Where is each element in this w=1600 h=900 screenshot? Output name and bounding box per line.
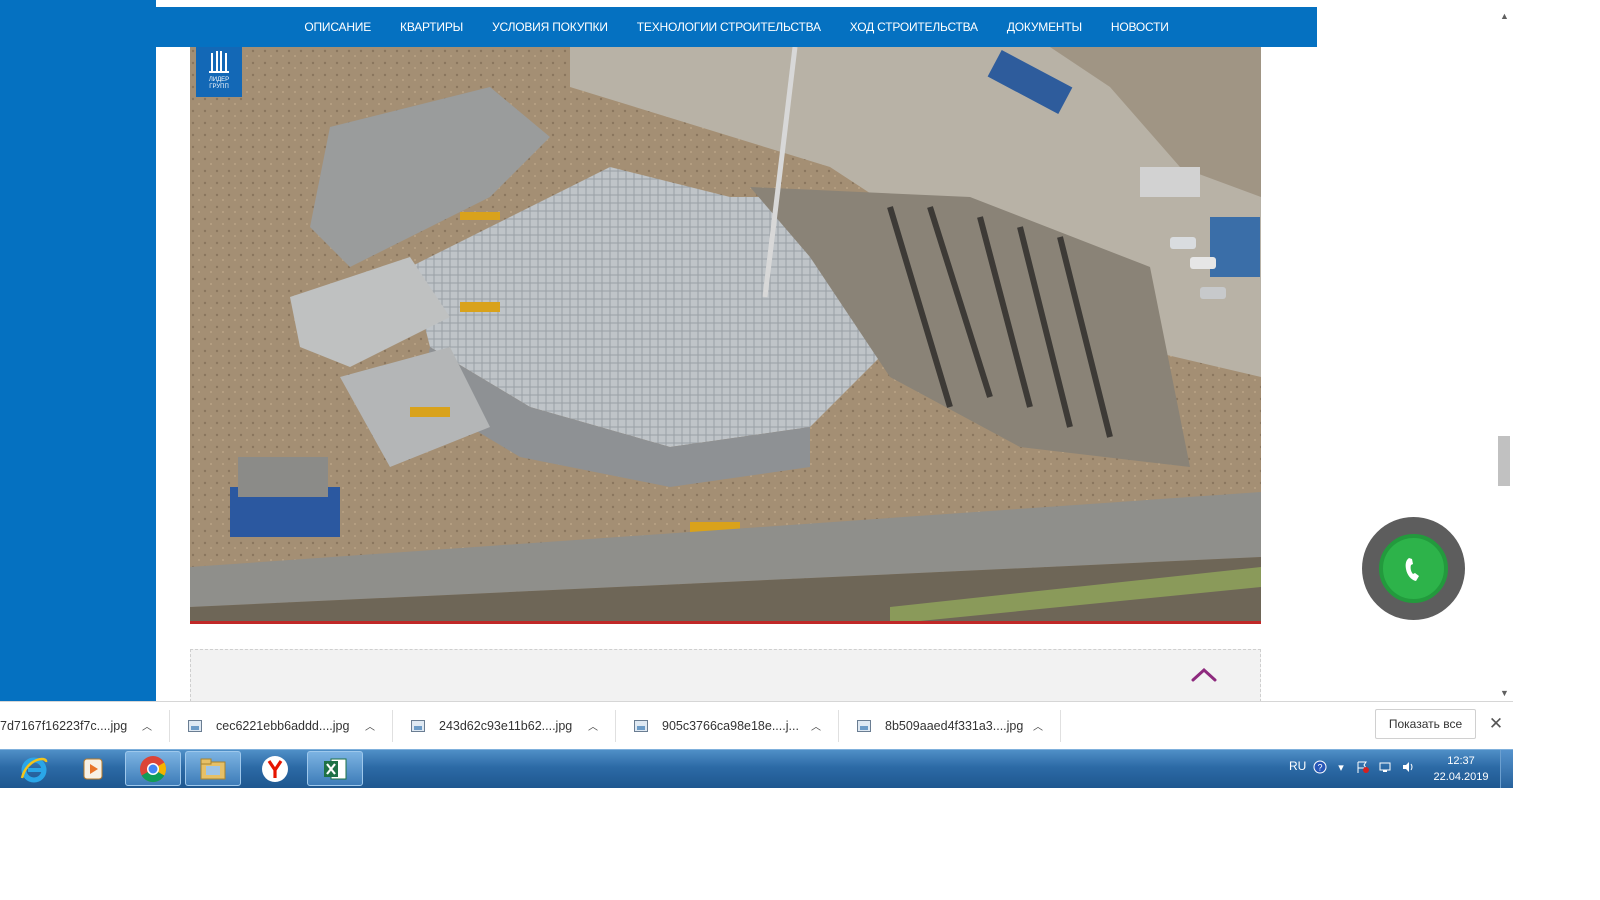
- nav-item-construction-technology[interactable]: ТЕХНОЛОГИИ СТРОИТЕЛЬСТВА: [622, 20, 835, 34]
- download-item[interactable]: 8b509aaed4f331a3....jpg ︿: [839, 710, 1061, 742]
- browser-viewport: ОПИСАНИЕ КВАРТИРЫ УСЛОВИЯ ПОКУПКИ ТЕХНОЛ…: [0, 0, 1513, 701]
- download-item[interactable]: 7d7167f16223f7c....jpg ︿: [0, 710, 170, 742]
- clock-date: 22.04.2019: [1433, 771, 1489, 783]
- nav-item-construction-progress[interactable]: ХОД СТРОИТЕЛЬСТВА: [835, 20, 992, 34]
- media-player-icon[interactable]: [65, 751, 121, 786]
- image-file-icon: [857, 720, 871, 732]
- nav-item-description[interactable]: ОПИСАНИЕ: [290, 20, 386, 34]
- system-clock[interactable]: 12:37 22.04.2019: [1430, 753, 1492, 785]
- chevron-up-icon[interactable]: ︿: [1031, 718, 1045, 733]
- show-desktop-button[interactable]: [1500, 750, 1513, 788]
- company-logo[interactable]: ЛИДЕР ГРУПП: [196, 47, 242, 97]
- scrollbar-thumb[interactable]: [1498, 436, 1510, 486]
- nav-item-apartments[interactable]: КВАРТИРЫ: [386, 20, 478, 34]
- construction-site-image: [190, 47, 1261, 624]
- image-file-icon: [188, 720, 202, 732]
- image-file-icon: [411, 720, 425, 732]
- volume-icon[interactable]: [1400, 759, 1416, 775]
- phone-icon: [1379, 534, 1448, 603]
- logo-line-1: ЛИДЕР: [208, 77, 230, 83]
- scroll-down-arrow-icon[interactable]: ▼: [1496, 684, 1513, 701]
- clock-time: 12:37: [1447, 755, 1475, 767]
- photo-bottom-border: [190, 621, 1261, 624]
- excel-icon[interactable]: [307, 751, 363, 786]
- action-center-flag-icon[interactable]: [1355, 759, 1371, 775]
- nav-item-documents[interactable]: ДОКУМЕНТЫ: [992, 20, 1096, 34]
- input-settings-icon[interactable]: ▾: [1333, 759, 1349, 775]
- nav-item-news[interactable]: НОВОСТИ: [1096, 20, 1183, 34]
- download-file-name: 7d7167f16223f7c....jpg: [0, 719, 128, 733]
- construction-progress-photo: [190, 47, 1261, 624]
- download-file-name: 8b509aaed4f331a3....jpg: [885, 719, 1024, 733]
- download-item[interactable]: 905c3766ca98e18e....j... ︿: [616, 710, 839, 742]
- language-indicator[interactable]: RU: [1289, 759, 1306, 773]
- file-explorer-icon[interactable]: [185, 751, 241, 786]
- chevron-up-icon[interactable]: ︿: [586, 718, 600, 733]
- vertical-scrollbar[interactable]: [1496, 7, 1513, 701]
- gallery-collapse-panel: [190, 649, 1261, 701]
- left-blue-panel: [0, 0, 156, 701]
- download-file-name: cec6221ebb6addd....jpg: [216, 719, 350, 733]
- chevron-up-icon[interactable]: ︿: [140, 718, 154, 733]
- close-icon[interactable]: ✕: [1486, 714, 1506, 734]
- chevron-up-icon[interactable]: [1190, 664, 1218, 684]
- nav-item-purchase-terms[interactable]: УСЛОВИЯ ПОКУПКИ: [478, 20, 623, 34]
- help-icon[interactable]: ?: [1312, 759, 1328, 775]
- download-item[interactable]: 243d62c93e11b62....jpg ︿: [393, 710, 616, 742]
- logo-line-2: ГРУПП: [209, 84, 229, 90]
- network-icon[interactable]: [1377, 759, 1393, 775]
- yandex-browser-icon[interactable]: [247, 751, 303, 786]
- download-file-name: 905c3766ca98e18e....j...: [662, 719, 799, 733]
- building-icon: [209, 51, 229, 73]
- chevron-up-icon[interactable]: ︿: [363, 718, 377, 733]
- top-navigation: ОПИСАНИЕ КВАРТИРЫ УСЛОВИЯ ПОКУПКИ ТЕХНОЛ…: [156, 7, 1317, 47]
- svg-text:?: ?: [1317, 763, 1322, 773]
- download-file-name: 243d62c93e11b62....jpg: [439, 719, 573, 733]
- internet-explorer-icon[interactable]: [6, 751, 62, 786]
- downloads-bar: 7d7167f16223f7c....jpg ︿ cec6221ebb6addd…: [0, 701, 1513, 749]
- chevron-up-icon[interactable]: ︿: [809, 718, 823, 733]
- chrome-icon[interactable]: [125, 751, 181, 786]
- callback-button[interactable]: [1362, 517, 1465, 620]
- scroll-up-arrow-icon[interactable]: ▲: [1496, 7, 1513, 24]
- show-all-downloads-button[interactable]: Показать все: [1375, 709, 1476, 739]
- download-item[interactable]: cec6221ebb6addd....jpg ︿: [170, 710, 393, 742]
- image-file-icon: [634, 720, 648, 732]
